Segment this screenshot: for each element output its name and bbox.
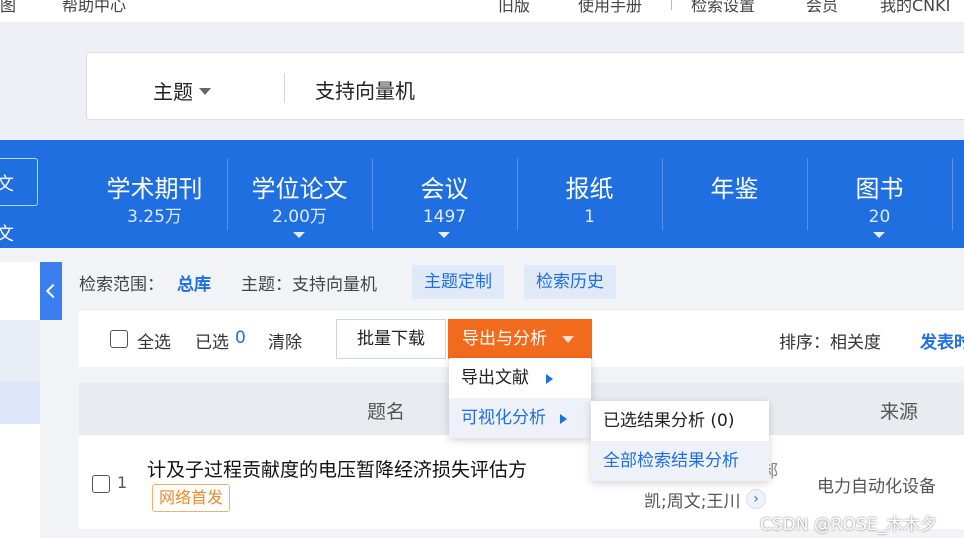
category-all-label-2: 文 xyxy=(0,224,14,245)
chevron-down-icon xyxy=(562,336,574,343)
search-field-type-label: 主题 xyxy=(153,80,193,104)
expand-triangle-icon xyxy=(873,232,885,238)
menu-item-all-results-analysis[interactable]: 全部检索结果分析 xyxy=(591,441,769,481)
topnav-item[interactable]: 图 xyxy=(0,0,16,16)
expand-triangle-icon xyxy=(293,232,305,238)
menu-item-export-references[interactable]: 导出文献 xyxy=(449,358,591,398)
category-books[interactable]: 图书 20 xyxy=(807,140,952,248)
online-first-badge: 网络首发 xyxy=(152,484,231,512)
chevron-down-icon xyxy=(199,88,211,95)
search-history-button[interactable]: 检索历史 xyxy=(524,265,616,299)
category-label: 年鉴 xyxy=(710,175,759,203)
category-label: 图书 xyxy=(855,175,904,203)
filter-group-item[interactable] xyxy=(0,382,40,424)
search-separator xyxy=(284,73,285,103)
select-all-label[interactable]: 全选 xyxy=(137,328,171,353)
left-filter-panel xyxy=(0,262,40,538)
topnav-search-settings[interactable]: 检索设置 xyxy=(691,0,755,16)
sort-publish-time[interactable]: 发表时 xyxy=(920,328,964,353)
category-count: 2.00万 xyxy=(272,207,327,227)
visual-analysis-submenu: 已选结果分析 (0) 全部检索结果分析 xyxy=(591,401,769,481)
category-count: 1 xyxy=(584,207,595,227)
search-box: 主题 支持向量机 xyxy=(86,52,964,120)
column-title: 题名 xyxy=(367,401,406,423)
menu-item-selected-analysis[interactable]: 已选结果分析 (0) xyxy=(591,401,769,441)
topnav-membership[interactable]: 会员 xyxy=(806,0,838,16)
topnav-divider xyxy=(671,0,672,10)
topnav-my-cnki[interactable]: 我的CNKI xyxy=(880,0,950,16)
category-count: 20 xyxy=(868,207,891,227)
category-journals[interactable]: 学术期刊 3.25万 xyxy=(82,140,227,248)
category-all-label: 文 xyxy=(0,174,14,195)
category-count: 1497 xyxy=(422,207,467,227)
menu-item-label: 导出文献 xyxy=(461,368,529,388)
column-source: 来源 xyxy=(880,401,919,423)
select-all-checkbox[interactable] xyxy=(110,330,128,348)
result-authors[interactable]: 凯;周文;王川 xyxy=(644,487,740,512)
category-theses[interactable]: 学位论文 2.00万 xyxy=(227,140,372,248)
export-analysis-button[interactable]: 导出与分析 xyxy=(448,319,592,359)
category-label: 会议 xyxy=(420,175,469,203)
result-source[interactable]: 电力自动化设备 xyxy=(817,472,936,497)
expand-triangle-icon xyxy=(438,232,450,238)
sort-relevance[interactable]: 排序：相关度 xyxy=(779,328,881,353)
search-area: 主题 支持向量机 xyxy=(0,22,964,140)
row-index: 1 xyxy=(117,473,128,492)
menu-item-label: 可视化分析 xyxy=(461,408,546,428)
top-navigation: 图 帮助中心 旧版 使用手册 检索设置 会员 我的CNKI xyxy=(0,0,964,22)
more-authors-icon[interactable]: › xyxy=(746,489,766,509)
row-checkbox[interactable] xyxy=(92,475,110,493)
category-count: 3.25万 xyxy=(127,207,182,227)
category-divider xyxy=(952,158,953,230)
search-input[interactable]: 支持向量机 xyxy=(315,75,415,104)
collapse-panel-button[interactable] xyxy=(40,262,62,320)
category-conferences[interactable]: 会议 1497 xyxy=(372,140,517,248)
chevron-left-icon xyxy=(45,283,61,299)
batch-download-button[interactable]: 批量下载 xyxy=(336,319,446,359)
clear-selection-button[interactable]: 清除 xyxy=(268,328,302,353)
topnav-help[interactable]: 帮助中心 xyxy=(62,0,126,16)
topnav-old-version[interactable]: 旧版 xyxy=(498,0,530,16)
topnav-manual[interactable]: 使用手册 xyxy=(578,0,642,16)
category-yearbooks[interactable]: 年鉴 xyxy=(662,140,807,248)
category-newspapers[interactable]: 报纸 1 xyxy=(517,140,662,248)
selected-count: 0 xyxy=(235,328,246,348)
watermark: CSDN @ROSE_木木夕 xyxy=(760,515,938,535)
filter-group-header[interactable] xyxy=(0,320,40,417)
caret-right-icon xyxy=(560,414,567,424)
category-bar: 文 文 学术期刊 3.25万 学位论文 2.00万 会议 1497 报纸 1 年… xyxy=(0,140,964,248)
category-label: 学位论文 xyxy=(251,175,348,203)
topic-filter-label: 主题：支持向量机 xyxy=(241,275,377,295)
category-label: 报纸 xyxy=(565,175,614,203)
custom-topic-button[interactable]: 主题定制 xyxy=(412,265,504,299)
scope-value[interactable]: 总库 xyxy=(177,270,211,295)
scope-label: 检索范围： xyxy=(79,275,164,295)
search-field-type-select[interactable]: 主题 xyxy=(153,76,211,105)
category-label: 学术期刊 xyxy=(106,175,203,203)
caret-right-icon xyxy=(546,374,553,384)
result-title-link[interactable]: 计及子过程贡献度的电压暂降经济损失评估方 xyxy=(147,455,587,482)
selected-label: 已选 xyxy=(195,333,229,353)
menu-item-visual-analysis[interactable]: 可视化分析 xyxy=(449,398,591,438)
export-analysis-label: 导出与分析 xyxy=(462,329,547,349)
export-analysis-menu: 导出文献 可视化分析 xyxy=(449,358,591,438)
